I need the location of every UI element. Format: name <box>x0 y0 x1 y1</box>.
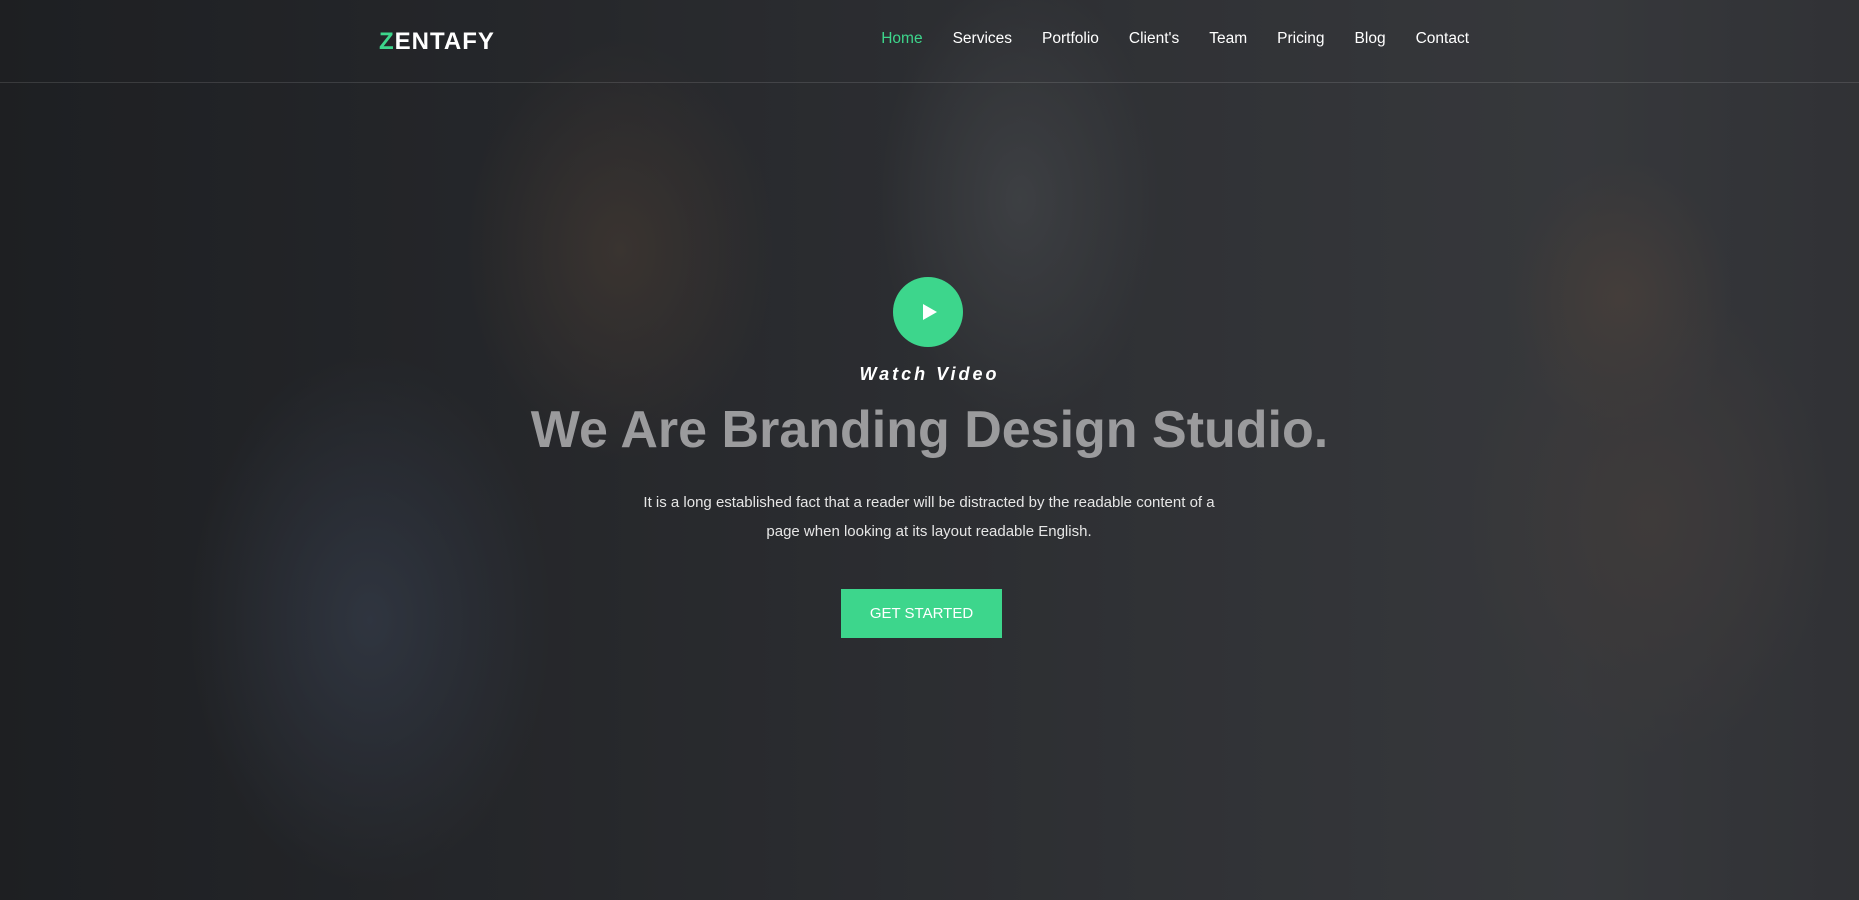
play-video-button[interactable] <box>893 277 963 347</box>
nav-blog[interactable]: Blog <box>1355 30 1386 48</box>
site-header: ZENTAFY Home Services Portfolio Client's… <box>0 0 1859 83</box>
hero-title: We Are Branding Design Studio. <box>530 401 1329 459</box>
watch-video-label[interactable]: Watch Video <box>0 364 1859 385</box>
nav-home[interactable]: Home <box>881 30 922 48</box>
main-nav: Home Services Portfolio Client's Team Pr… <box>881 30 1469 48</box>
logo[interactable]: ZENTAFY <box>379 28 495 56</box>
nav-contact[interactable]: Contact <box>1416 30 1469 48</box>
nav-pricing[interactable]: Pricing <box>1277 30 1324 48</box>
nav-clients[interactable]: Client's <box>1129 30 1179 48</box>
nav-services[interactable]: Services <box>953 30 1012 48</box>
play-icon <box>923 304 937 320</box>
nav-portfolio[interactable]: Portfolio <box>1042 30 1099 48</box>
nav-team[interactable]: Team <box>1209 30 1247 48</box>
get-started-button[interactable]: GET STARTED <box>841 589 1002 638</box>
hero-description: It is a long established fact that a rea… <box>643 494 1215 540</box>
